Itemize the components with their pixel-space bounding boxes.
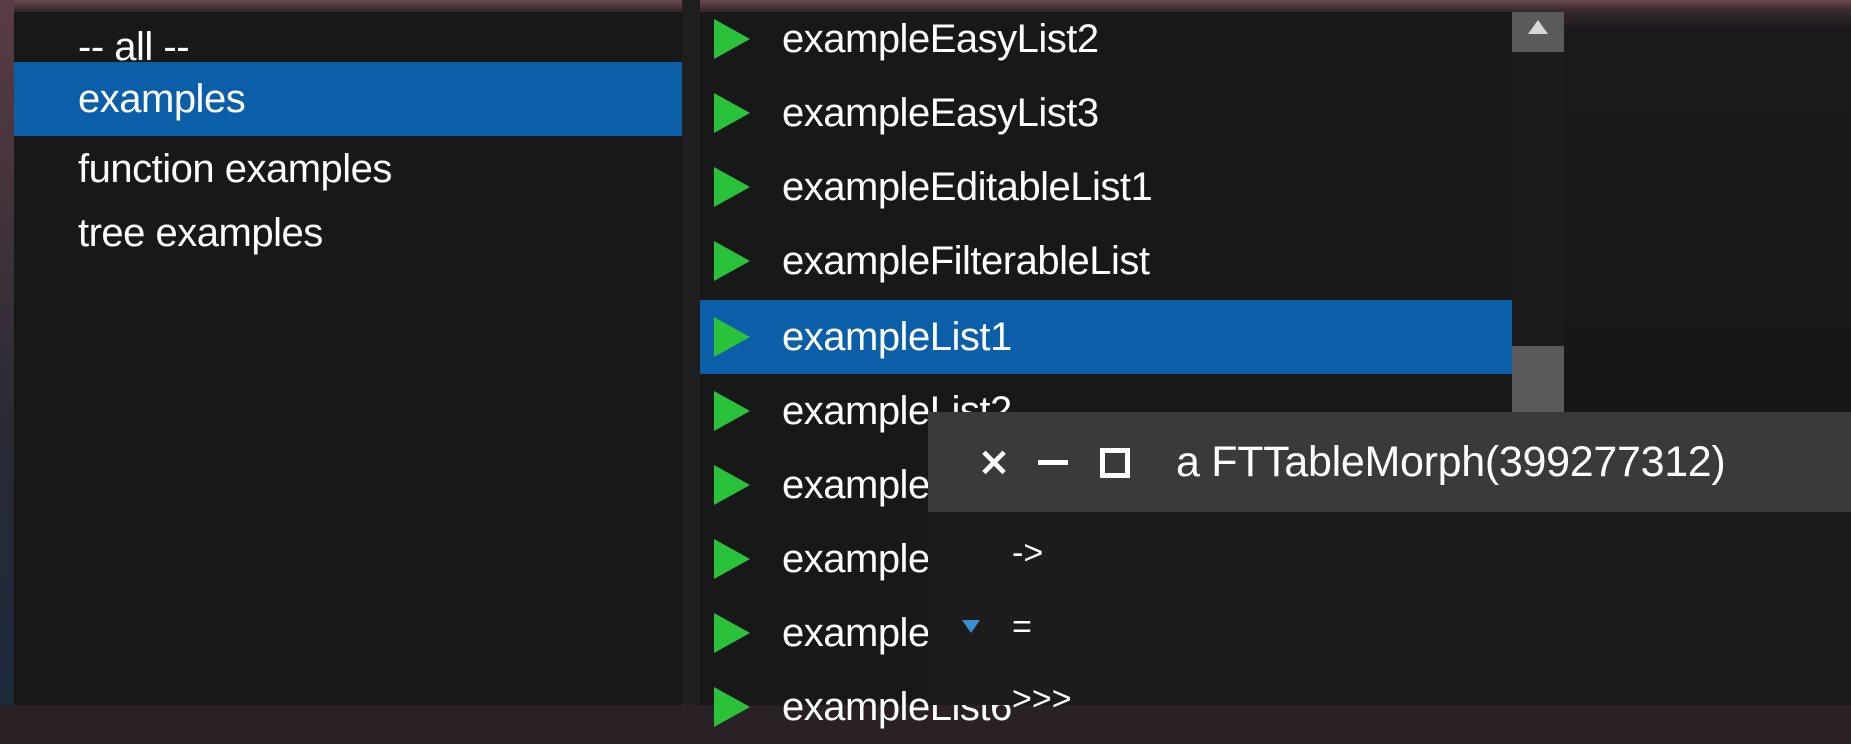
category-item-tree-examples[interactable]: tree examples — [14, 196, 682, 270]
example-item[interactable]: exampleFilterableList — [700, 224, 1512, 298]
table-morph-window[interactable]: × a FTTableMorph(399277312) -> = >>> — [928, 412, 1851, 718]
table-row[interactable]: = — [928, 590, 1851, 664]
close-icon[interactable]: × — [972, 436, 1016, 488]
window-titlebar[interactable]: × a FTTableMorph(399277312) — [928, 412, 1851, 512]
run-example-icon[interactable] — [714, 241, 750, 281]
run-example-icon[interactable] — [714, 167, 750, 207]
example-item[interactable]: exampleEasyList2 — [700, 2, 1512, 76]
run-example-icon[interactable] — [714, 539, 750, 579]
category-list[interactable]: -- all -- examples function examples tre… — [14, 12, 682, 705]
pane-splitter[interactable] — [682, 0, 700, 705]
category-item-function-examples[interactable]: function examples — [14, 132, 682, 206]
category-label: function examples — [78, 147, 392, 191]
row-label: = — [1012, 608, 1032, 646]
example-label: exampleList1 — [782, 315, 1012, 359]
category-item-examples[interactable]: examples — [14, 62, 682, 136]
row-label: -> — [1012, 534, 1044, 572]
example-label: exampleEditableList1 — [782, 165, 1153, 209]
example-label: exampleEasyList3 — [782, 91, 1099, 135]
table-row[interactable]: >>> — [928, 662, 1851, 736]
run-example-icon[interactable] — [714, 465, 750, 505]
run-example-icon[interactable] — [714, 613, 750, 653]
run-example-icon[interactable] — [714, 391, 750, 431]
run-example-icon[interactable] — [714, 687, 750, 727]
run-example-icon[interactable] — [714, 19, 750, 59]
example-label: exampleEasyList2 — [782, 17, 1099, 61]
example-item-selected[interactable]: exampleList1 — [700, 300, 1512, 374]
category-label: examples — [78, 77, 246, 121]
minimize-icon[interactable] — [1032, 436, 1076, 488]
window-title: a FTTableMorph(399277312) — [1176, 438, 1726, 486]
example-item[interactable]: exampleEasyList3 — [700, 76, 1512, 150]
category-label: tree examples — [78, 211, 323, 255]
maximize-icon[interactable] — [1092, 436, 1136, 488]
run-example-icon[interactable] — [714, 93, 750, 133]
desktop-backdrop-edge — [0, 0, 14, 705]
run-example-icon[interactable] — [714, 317, 750, 357]
table-row[interactable]: -> — [928, 516, 1851, 590]
scroll-up-arrow-icon[interactable] — [1512, 12, 1564, 52]
example-label: exampleFilterableList — [782, 239, 1150, 283]
row-label: >>> — [1012, 680, 1072, 718]
expand-triangle-icon[interactable] — [962, 620, 980, 633]
example-item[interactable]: exampleEditableList1 — [700, 150, 1512, 224]
